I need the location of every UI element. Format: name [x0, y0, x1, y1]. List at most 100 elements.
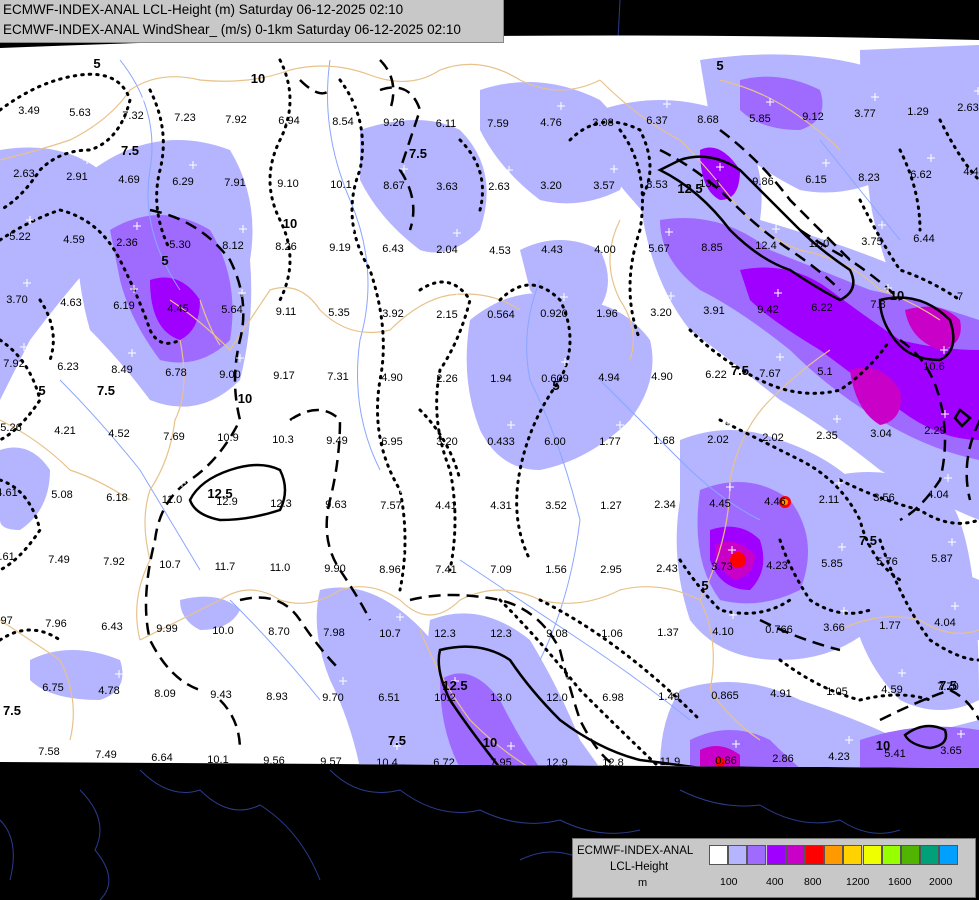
value-label: 6.98: [602, 692, 623, 704]
value-label: 6.43: [101, 621, 122, 633]
value-label: 6.11: [436, 118, 457, 130]
value-label: 9.99: [156, 623, 177, 635]
value-label: 4.63: [60, 297, 81, 309]
value-label: 8.12: [222, 240, 243, 252]
value-label: 4.04: [934, 617, 955, 629]
value-label: 8.09: [154, 688, 175, 700]
value-label: 4.61: [0, 551, 15, 563]
value-label: 8.53: [646, 179, 667, 191]
value-label: 7: [957, 291, 963, 303]
legend-swatch: [901, 845, 920, 865]
weather-map: 107.557.51012.512.5107.55107.5512.5107.5…: [0, 0, 979, 900]
contour-label: 7.5: [731, 363, 749, 378]
value-label: 3.66: [823, 622, 844, 634]
value-label: 2.26: [436, 373, 457, 385]
value-label: 5.30: [169, 239, 190, 251]
value-label: 4.46: [764, 496, 785, 508]
value-label: 9.19: [329, 242, 350, 254]
contour-label: 10: [251, 71, 265, 86]
value-label: 9.17: [273, 370, 294, 382]
contour-label: 5: [38, 383, 45, 398]
value-label: 8.67: [383, 180, 404, 192]
value-label: 1.29: [907, 106, 928, 118]
value-label: 3.91: [703, 305, 724, 317]
value-label: 10.1: [330, 179, 351, 191]
value-label: 5.35: [328, 307, 349, 319]
value-label: 0.86: [715, 755, 736, 767]
value-label: 4.78: [98, 685, 119, 697]
legend-swatch: [939, 845, 959, 865]
value-label: 6.00: [544, 436, 565, 448]
value-label: 7.32: [122, 110, 143, 122]
legend-swatch: [747, 845, 767, 865]
header-lcl-title: ECMWF-INDEX-ANAL LCL-Height (m) Saturday…: [3, 2, 404, 17]
value-label: 10.6: [923, 361, 944, 373]
value-label: 9.97: [0, 615, 13, 627]
value-label: 6.18: [106, 492, 127, 504]
value-label: 3.56: [873, 492, 894, 504]
value-label: 7.96: [45, 618, 66, 630]
value-label: 7.41: [435, 564, 456, 576]
value-label: 6.75: [42, 682, 63, 694]
value-label: 4.31: [490, 500, 511, 512]
value-label: 7.98: [323, 627, 344, 639]
value-label: 4.90: [651, 371, 672, 383]
value-label: 3.92: [382, 308, 403, 320]
value-label: 3.57: [593, 180, 614, 192]
contour-label: 10: [483, 735, 497, 750]
value-label: 9.49: [326, 435, 347, 447]
value-label: 9.42: [757, 304, 778, 316]
value-label: 5.67: [648, 243, 669, 255]
value-label: 11.0: [162, 494, 183, 506]
value-label: 10.9: [217, 432, 238, 444]
contour-label: 10: [238, 391, 252, 406]
value-label: 4.91: [770, 688, 791, 700]
value-label: 10.7: [379, 628, 400, 640]
legend-swatch: [843, 845, 863, 865]
value-label: 7.92: [3, 358, 24, 370]
value-label: 6.15: [805, 174, 826, 186]
value-label: 5.85: [749, 113, 770, 125]
value-label: 7.70: [937, 681, 958, 693]
contour-label: 5: [701, 578, 708, 593]
value-label: 4.59: [63, 234, 84, 246]
legend-swatch: [785, 845, 805, 865]
legend-tick: 1600: [888, 876, 912, 888]
value-label: 11.0: [270, 562, 291, 574]
value-label: 4.21: [54, 425, 75, 437]
value-label: 9.11: [276, 306, 297, 318]
value-label: 1.77: [599, 436, 620, 448]
value-label: 2.86: [772, 753, 793, 765]
value-label: 5.08: [51, 489, 72, 501]
legend-swatch: [881, 845, 901, 865]
value-label: 10.3: [272, 434, 293, 446]
value-label: 2.95: [600, 564, 621, 576]
value-label: 6.44: [913, 233, 934, 245]
value-label: 6.22: [811, 302, 832, 314]
value-label: 6.19: [113, 300, 134, 312]
legend-variable: LCL-Height: [610, 861, 669, 873]
value-label: 7.92: [103, 556, 124, 568]
value-label: 7.58: [38, 746, 59, 758]
value-label: 1.77: [879, 620, 900, 632]
value-label: 9.43: [210, 689, 231, 701]
value-label: 4.61: [0, 487, 18, 499]
value-label: 2.34: [654, 499, 675, 511]
value-label: 1.37: [657, 627, 678, 639]
contour-label: 5: [161, 253, 168, 268]
contour-label: 10: [283, 216, 297, 231]
value-label: 13.1: [699, 178, 720, 190]
value-label: 4.45: [709, 498, 730, 510]
value-label: 7.8: [870, 299, 885, 311]
contour-label: 5: [716, 58, 723, 73]
value-label: 3.04: [870, 428, 891, 440]
value-label: 0.564: [487, 309, 515, 321]
value-label: 5.87: [931, 553, 952, 565]
value-label: 9.63: [325, 499, 346, 511]
value-label: 3.52: [545, 500, 566, 512]
value-label: 4.52: [108, 428, 129, 440]
value-label: 1.96: [596, 308, 617, 320]
value-label: 8.23: [858, 172, 879, 184]
value-label: 3.49: [18, 105, 39, 117]
value-label: 4.04: [927, 489, 948, 501]
